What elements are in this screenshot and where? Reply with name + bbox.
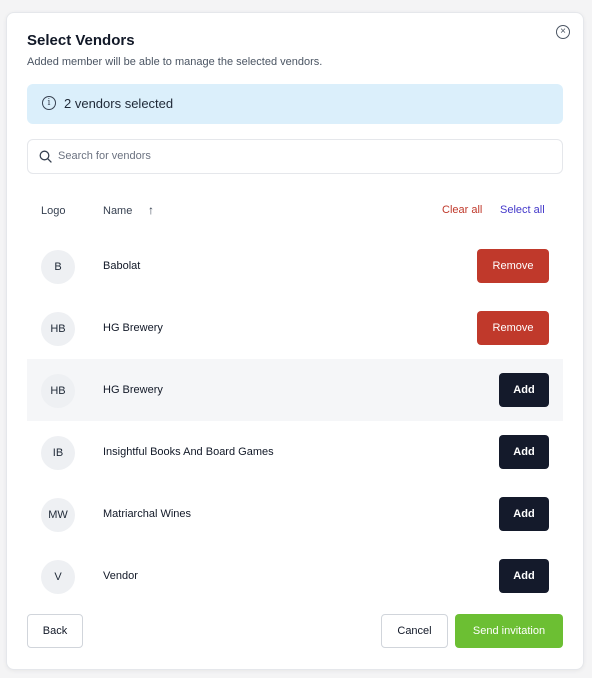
modal-title: Select Vendors [27,32,135,49]
vendor-row: HB HG Brewery Add [27,359,563,421]
clear-all-link[interactable]: Clear all [442,204,482,216]
selection-info-banner: i 2 vendors selected [27,84,563,124]
add-vendor-button[interactable]: Add [499,559,549,593]
search-input[interactable] [58,146,548,166]
vendor-name: HG Brewery [103,322,163,334]
send-invitation-button[interactable]: Send invitation [455,614,563,648]
search-box [27,139,563,174]
column-header-name[interactable]: Name [103,205,132,217]
vendor-name: Vendor [103,570,138,582]
info-icon: i [42,96,56,110]
search-icon [39,150,52,163]
remove-vendor-button[interactable]: Remove [477,311,549,345]
add-vendor-button[interactable]: Add [499,497,549,531]
column-header-logo: Logo [41,205,66,217]
vendor-avatar: V [41,560,75,594]
vendor-name: Insightful Books And Board Games [103,446,274,458]
cancel-button[interactable]: Cancel [381,614,448,648]
vendor-avatar: IB [41,436,75,470]
modal-subtitle: Added member will be able to manage the … [27,56,323,68]
add-vendor-button[interactable]: Add [499,435,549,469]
vendor-avatar: HB [41,374,75,408]
back-button[interactable]: Back [27,614,83,648]
close-icon[interactable]: × [556,25,570,39]
vendor-name: HG Brewery [103,384,163,396]
remove-vendor-button[interactable]: Remove [477,249,549,283]
selection-count-text: 2 vendors selected [64,96,174,111]
vendor-avatar: B [41,250,75,284]
vendor-row: HB HG Brewery Remove [27,297,563,359]
sort-ascending-icon[interactable]: ↑ [148,203,154,217]
vendor-avatar: MW [41,498,75,532]
vendor-row: MW Matriarchal Wines Add [27,483,563,545]
select-all-link[interactable]: Select all [500,204,545,216]
vendor-row: V Vendor Add [27,545,563,607]
add-vendor-button[interactable]: Add [499,373,549,407]
vendor-row: B Babolat Remove [27,235,563,297]
vendor-name: Matriarchal Wines [103,508,192,520]
vendor-avatar: HB [41,312,75,346]
vendor-row: IB Insightful Books And Board Games Add [27,421,563,483]
vendor-name: Babolat [103,260,141,272]
select-vendors-modal: × Select Vendors Added member will be ab… [6,12,584,670]
